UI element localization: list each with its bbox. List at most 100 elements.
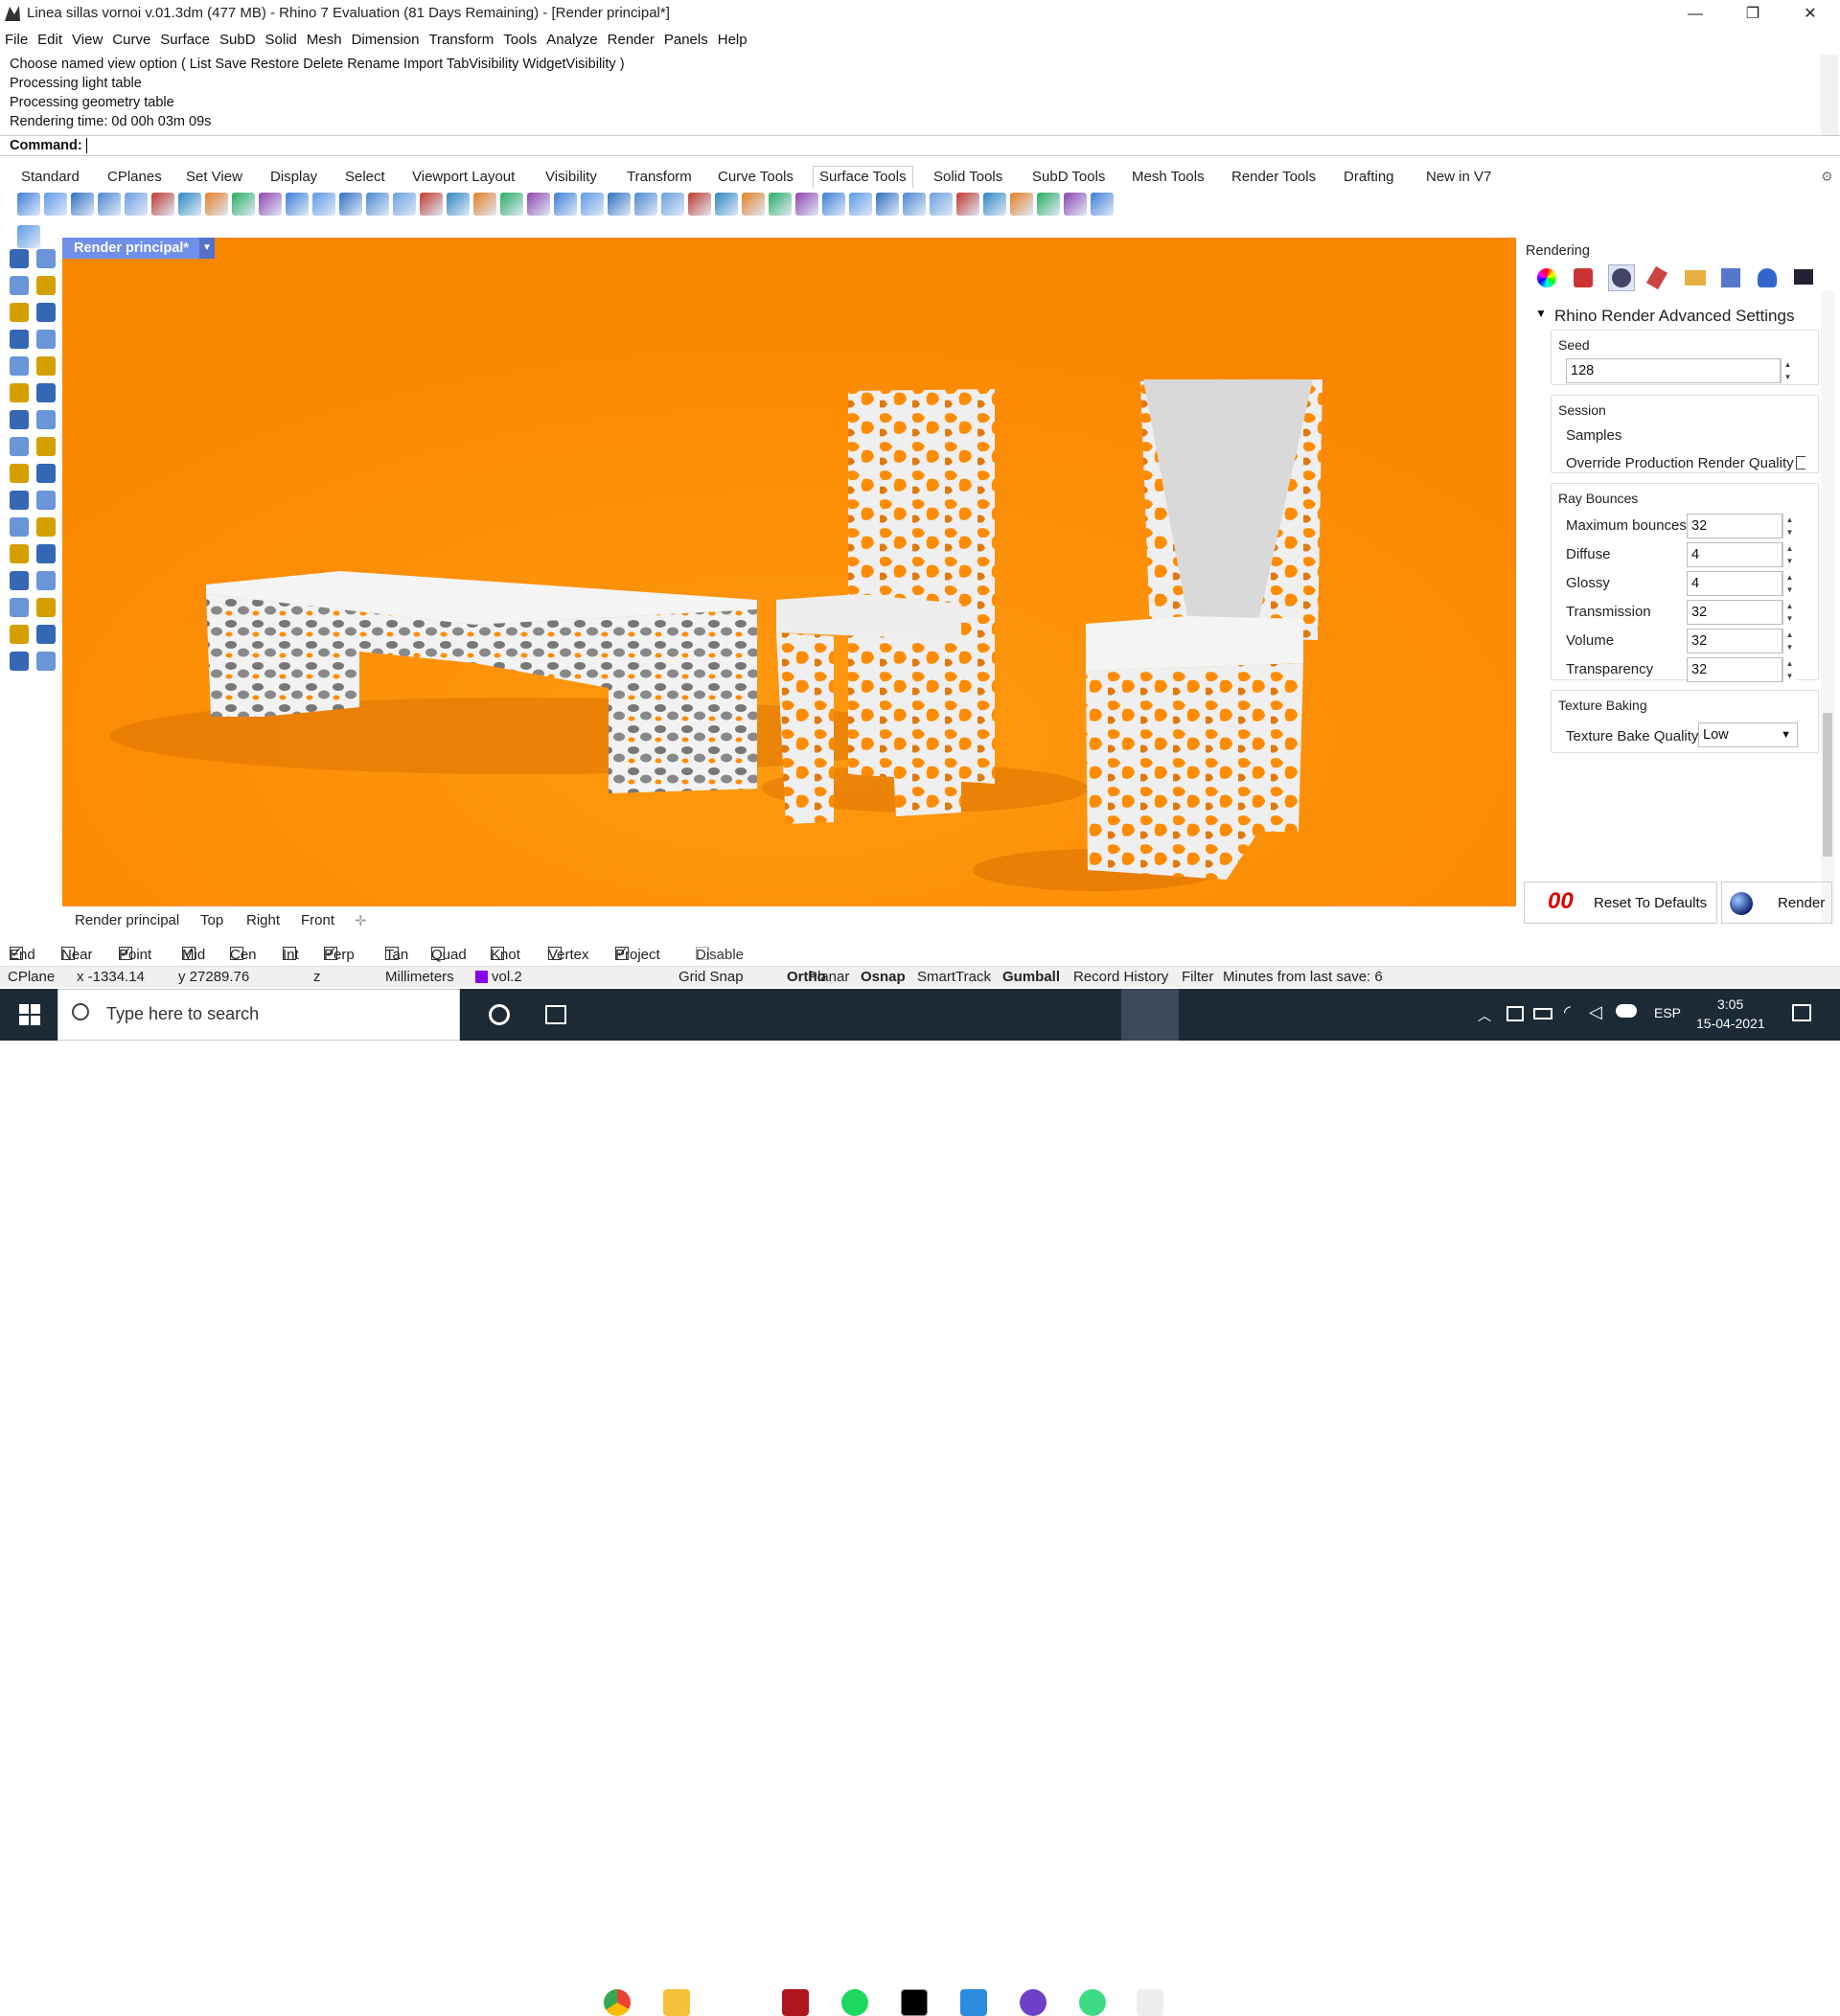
- language-indicator[interactable]: ESP: [1654, 1005, 1681, 1020]
- surface-tool-icon[interactable]: [1091, 193, 1114, 216]
- left-tool-icon[interactable]: [36, 356, 56, 376]
- tab-curve-tools[interactable]: Curve Tools: [718, 169, 794, 185]
- tab-select[interactable]: Select: [345, 169, 385, 185]
- android-icon[interactable]: [1079, 1989, 1106, 2016]
- surface-tool-icon[interactable]: [688, 193, 711, 216]
- menu-surface[interactable]: Surface: [155, 29, 215, 52]
- left-tool-icon[interactable]: [36, 437, 56, 456]
- bounce-input[interactable]: 32: [1687, 600, 1782, 625]
- render-viewport[interactable]: [62, 238, 1516, 906]
- left-tool-icon[interactable]: [10, 249, 29, 268]
- notifications-icon[interactable]: [1792, 1004, 1811, 1021]
- folder-icon[interactable]: [1685, 270, 1706, 286]
- tab-set-view[interactable]: Set View: [186, 169, 242, 185]
- gear-icon[interactable]: ⚙: [1821, 169, 1833, 185]
- texture-icon[interactable]: [1721, 268, 1740, 287]
- gumball-toggle[interactable]: Gumball: [1002, 969, 1060, 985]
- left-tool-icon[interactable]: [10, 276, 29, 295]
- texture-bake-quality-select[interactable]: Low ▼: [1698, 722, 1798, 747]
- viewport-menu-chevron-down-icon[interactable]: ▼: [199, 238, 215, 259]
- filter-toggle[interactable]: Filter: [1182, 969, 1213, 985]
- units-label[interactable]: Millimeters: [385, 969, 454, 985]
- tab-display[interactable]: Display: [270, 169, 317, 185]
- maximize-button[interactable]: ❐: [1731, 0, 1775, 29]
- bounce-input[interactable]: 32: [1687, 629, 1782, 653]
- surface-tool-icon[interactable]: [339, 193, 362, 216]
- left-tool-icon[interactable]: [10, 517, 29, 537]
- menu-dimension[interactable]: Dimension: [347, 29, 425, 52]
- menu-render[interactable]: Render: [603, 29, 659, 52]
- color-wheel-icon[interactable]: [1537, 268, 1556, 287]
- left-tool-icon[interactable]: [36, 303, 56, 322]
- material-icon[interactable]: [1574, 268, 1593, 287]
- tab-viewport-layout[interactable]: Viewport Layout: [412, 169, 515, 185]
- left-tool-icon[interactable]: [36, 276, 56, 295]
- taskbar-search[interactable]: Type here to search: [58, 989, 460, 1041]
- bounce-spinner[interactable]: ▲ ▼: [1782, 600, 1796, 625]
- surface-tool-icon[interactable]: [420, 193, 443, 216]
- left-tool-icon[interactable]: [10, 571, 29, 590]
- left-tool-icon[interactable]: [10, 491, 29, 510]
- left-tool-icon[interactable]: [10, 652, 29, 671]
- surface-tool-icon[interactable]: [98, 193, 121, 216]
- clock-date[interactable]: 15-04-2021: [1696, 1016, 1765, 1031]
- tab-surface-tools[interactable]: Surface Tools: [813, 166, 913, 188]
- xbox-icon[interactable]: [723, 1989, 749, 2016]
- left-tool-icon[interactable]: [36, 598, 56, 617]
- game-icon[interactable]: [782, 1989, 809, 2016]
- bounce-input[interactable]: 4: [1687, 542, 1782, 567]
- surface-tool-icon[interactable]: [125, 193, 148, 216]
- battery-icon[interactable]: [1533, 1008, 1552, 1019]
- history-scrollbar[interactable]: [1821, 55, 1838, 135]
- bounce-input[interactable]: 4: [1687, 571, 1782, 596]
- viewport-tab-render-principal[interactable]: Render principal: [75, 912, 179, 928]
- left-tool-icon[interactable]: [36, 491, 56, 510]
- surface-tool-icon[interactable]: [17, 193, 40, 216]
- left-tool-icon[interactable]: [36, 517, 56, 537]
- layer-label[interactable]: vol.2: [492, 969, 522, 985]
- left-tool-icon[interactable]: [36, 330, 56, 349]
- viewport-tab-front[interactable]: Front: [301, 912, 334, 928]
- left-tool-icon[interactable]: [36, 383, 56, 402]
- menu-analyze[interactable]: Analyze: [541, 29, 602, 52]
- surface-tool-icon[interactable]: [795, 193, 818, 216]
- surface-tool-icon[interactable]: [903, 193, 926, 216]
- left-tool-icon[interactable]: [10, 437, 29, 456]
- tab-visibility[interactable]: Visibility: [545, 169, 597, 185]
- override-quality-checkbox[interactable]: [1796, 456, 1806, 470]
- surface-tool-icon[interactable]: [71, 193, 94, 216]
- left-tool-icon[interactable]: [36, 652, 56, 671]
- left-tool-icon[interactable]: [10, 383, 29, 402]
- file-explorer-icon[interactable]: [663, 1989, 690, 2016]
- reset-defaults-button[interactable]: 00 Reset To Defaults: [1524, 882, 1717, 924]
- surface-tool-icon[interactable]: [1064, 193, 1087, 216]
- wifi-icon[interactable]: ◜: [1564, 1002, 1571, 1022]
- menu-subd[interactable]: SubD: [215, 29, 261, 52]
- render-button[interactable]: Render: [1721, 882, 1832, 924]
- cplane-label[interactable]: CPlane: [8, 969, 55, 985]
- bounce-spinner[interactable]: ▲ ▼: [1782, 657, 1796, 682]
- rhino-taskbar-item[interactable]: [1121, 989, 1179, 1041]
- surface-tool-icon[interactable]: [366, 193, 389, 216]
- menu-file[interactable]: File: [0, 29, 33, 52]
- left-tool-icon[interactable]: [10, 330, 29, 349]
- surface-tool-icon[interactable]: [473, 193, 496, 216]
- left-tool-icon[interactable]: [10, 625, 29, 644]
- chrome-icon[interactable]: [604, 1989, 631, 2016]
- planar-toggle[interactable]: Planar: [808, 969, 849, 985]
- add-viewport-icon[interactable]: ✛: [355, 912, 367, 929]
- surface-tool-icon[interactable]: [527, 193, 550, 216]
- menu-mesh[interactable]: Mesh: [302, 29, 347, 52]
- surface-tool-icon[interactable]: [715, 193, 738, 216]
- surface-tool-icon[interactable]: [259, 193, 282, 216]
- seed-input[interactable]: 128: [1566, 358, 1781, 383]
- onedrive-icon[interactable]: [1616, 1004, 1637, 1018]
- viewport-tab-right[interactable]: Right: [246, 912, 280, 928]
- surface-tool-icon[interactable]: [849, 193, 872, 216]
- osnap-toggle[interactable]: Osnap: [861, 969, 906, 985]
- surface-tool-icon[interactable]: [393, 193, 416, 216]
- grid-snap-toggle[interactable]: Grid Snap: [678, 969, 744, 985]
- tab-subd-tools[interactable]: SubD Tools: [1032, 169, 1105, 185]
- light-icon[interactable]: [1758, 268, 1777, 287]
- tab-transform[interactable]: Transform: [627, 169, 692, 185]
